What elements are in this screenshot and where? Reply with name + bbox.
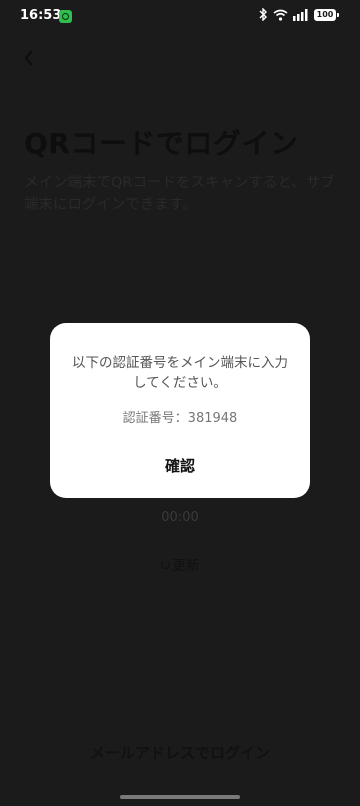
- verification-code: 認証番号：381948: [122, 411, 238, 426]
- dialog-message: 以下の認証番号をメイン端末に入力してください。: [72, 355, 288, 391]
- confirm-button[interactable]: 確認: [50, 455, 310, 476]
- verification-dialog: 以下の認証番号をメイン端末に入力してください。 認証番号：381948 確認: [50, 323, 310, 498]
- dialog-overlay: 以下の認証番号をメイン端末に入力してください。 認証番号：381948 確認: [0, 0, 360, 806]
